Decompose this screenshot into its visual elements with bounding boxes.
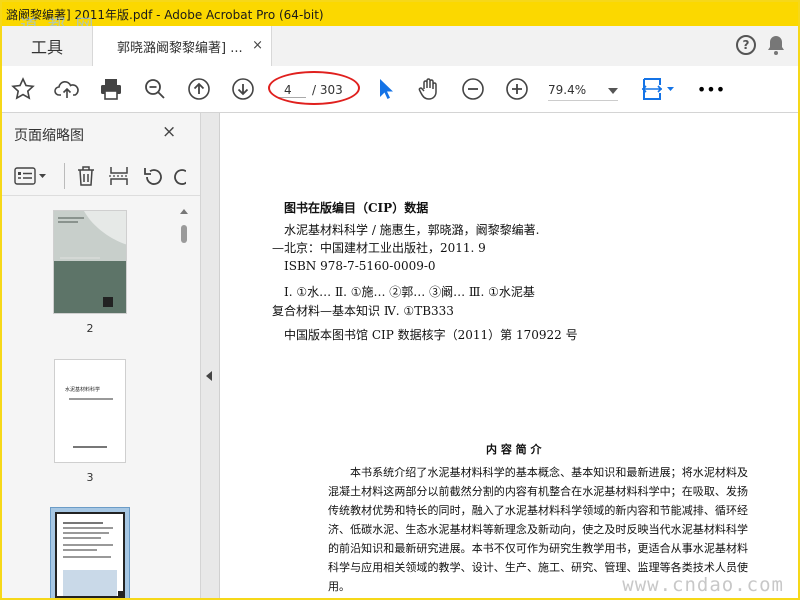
select-cursor-icon[interactable] <box>372 76 398 102</box>
zoom-in-icon[interactable] <box>504 76 530 102</box>
cip-title: 图书在版编目（CIP）数据 <box>284 201 429 215</box>
zoom-level-select[interactable]: 79.4% <box>548 80 618 101</box>
thumbnail-label-2: 2 <box>86 322 94 335</box>
zoom-out-search-icon[interactable] <box>142 76 168 102</box>
panel-collapse-strip[interactable] <box>201 113 220 598</box>
collapse-arrow-icon[interactable] <box>206 371 212 381</box>
red-highlight-annotation <box>268 71 360 105</box>
cip-classification-1: Ⅰ. ①水… Ⅱ. ①施… ②郭… ③阚… Ⅲ. ①水泥基 <box>284 285 535 299</box>
tab-row: 工具 郭晓潞阚黎黎编著] ... × ? <box>2 26 798 67</box>
cover-thumbnail-image <box>54 211 126 313</box>
scrollbar-thumb[interactable] <box>181 225 187 243</box>
rotate-clockwise-icon[interactable] <box>172 166 186 192</box>
tab-tools[interactable]: 工具 <box>2 26 92 66</box>
page-thumbnail-2[interactable] <box>53 210 127 314</box>
bell-icon[interactable] <box>766 34 786 60</box>
close-panel-icon[interactable]: × <box>162 122 176 142</box>
hand-tool-icon[interactable] <box>416 76 442 102</box>
cip-line-2: —北京：中国建材工业出版社，2011. 9 <box>272 241 486 255</box>
toolbar-divider <box>64 163 65 189</box>
next-page-icon[interactable] <box>230 76 256 102</box>
cloud-upload-icon[interactable] <box>54 76 80 102</box>
print-icon[interactable] <box>98 76 124 102</box>
zoom-out-icon[interactable] <box>460 76 486 102</box>
page-thumbnails-panel: 页面缩略图 × 2 水泥基材料科学 3 <box>2 113 201 598</box>
delete-page-icon[interactable] <box>76 165 96 191</box>
thumbnail-3-title: 水泥基材料科学 <box>65 387 101 393</box>
page-thumbnail-3[interactable]: 水泥基材料科学 <box>54 359 126 463</box>
thumbnail-3-publisher <box>73 446 107 448</box>
site-watermark: www.cndao.com <box>622 574 784 596</box>
zoom-level-value: 79.4% <box>548 83 587 97</box>
document-view[interactable]: 图书在版编目（CIP）数据 水泥基材料科学 / 施惠生，郭晓潞，阚黎黎编著. —… <box>220 113 798 598</box>
title-bar: 潞阚黎编著] 2011年版.pdf - Adobe Acrobat Pro (6… <box>2 2 798 26</box>
cip-isbn: ISBN 978-7-5160-0009-0 <box>284 259 436 273</box>
cip-classification-2: 复合材料—基本知识 Ⅳ. ①TB333 <box>272 304 454 318</box>
thumbnail-scrollbar[interactable] <box>178 205 190 598</box>
tab-document[interactable]: 郭晓潞阚黎黎编著] ... × <box>92 26 272 67</box>
thumbnail-4-page <box>55 512 125 598</box>
page-thumbnail-4-selected[interactable] <box>50 507 130 598</box>
more-tools-icon[interactable]: ••• <box>696 76 726 102</box>
extract-page-icon[interactable] <box>108 165 130 191</box>
previous-page-icon[interactable] <box>186 76 212 102</box>
cip-library-record: 中国版本图书馆 CIP 数据核字（2011）第 170922 号 <box>284 328 578 342</box>
scroll-up-icon[interactable] <box>180 209 188 214</box>
rotate-counterclockwise-icon[interactable] <box>142 166 164 192</box>
app-window: 潞阚黎编著] 2011年版.pdf - Adobe Acrobat Pro (6… <box>0 0 800 600</box>
thumbnail-options-icon[interactable] <box>14 167 48 189</box>
help-icon[interactable]: ? <box>736 35 756 55</box>
thumbnail-3-authors <box>69 398 113 400</box>
page-display-icon[interactable] <box>638 76 678 102</box>
panel-title: 页面缩略图 <box>14 128 84 144</box>
thumbnail-label-3: 3 <box>86 471 94 484</box>
cip-line-1: 水泥基材料科学 / 施惠生，郭晓潞，阚黎黎编著. <box>284 223 540 237</box>
thumbnail-toolbar <box>2 157 200 196</box>
tab-document-label: 郭晓潞阚黎黎编著] ... <box>117 41 243 56</box>
close-tab-icon[interactable]: × <box>252 38 263 53</box>
chevron-down-icon <box>608 83 618 97</box>
main-toolbar: 4 / 303 79.4% ••• <box>2 66 798 113</box>
bookmark-star-icon[interactable] <box>10 76 36 102</box>
brief-heading: 内 容 简 介 <box>486 443 542 456</box>
